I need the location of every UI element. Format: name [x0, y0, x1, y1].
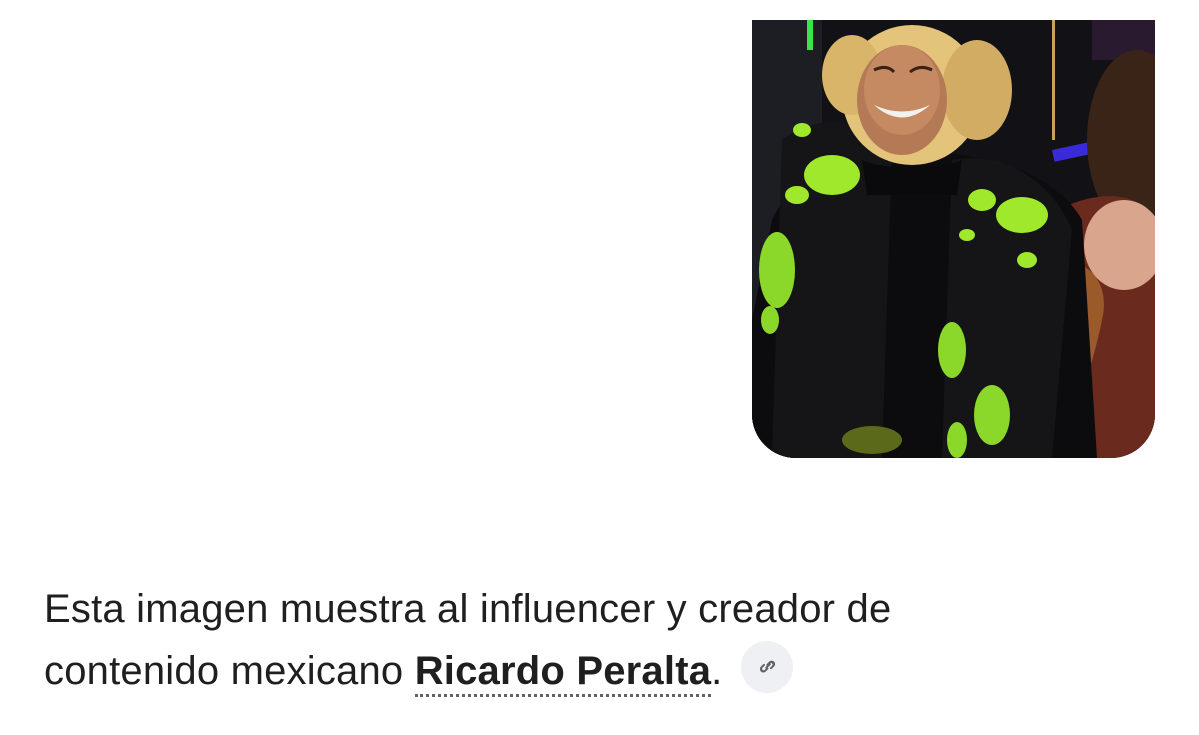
link-icon	[759, 661, 775, 673]
source-link-button[interactable]	[740, 641, 793, 694]
assistant-response: Esta imagen muestra al influencer y crea…	[44, 578, 1144, 702]
response-paragraph: Esta imagen muestra al influencer y crea…	[44, 578, 1144, 702]
result-photo	[752, 20, 1155, 458]
result-image[interactable]	[752, 20, 1155, 458]
response-text-period: .	[711, 649, 723, 693]
response-text-line1: Esta imagen muestra al influencer y crea…	[44, 587, 892, 631]
entity-link-ricardo-peralta[interactable]: Ricardo Peralta	[414, 649, 712, 697]
response-text-line2: contenido mexicano	[44, 649, 415, 693]
